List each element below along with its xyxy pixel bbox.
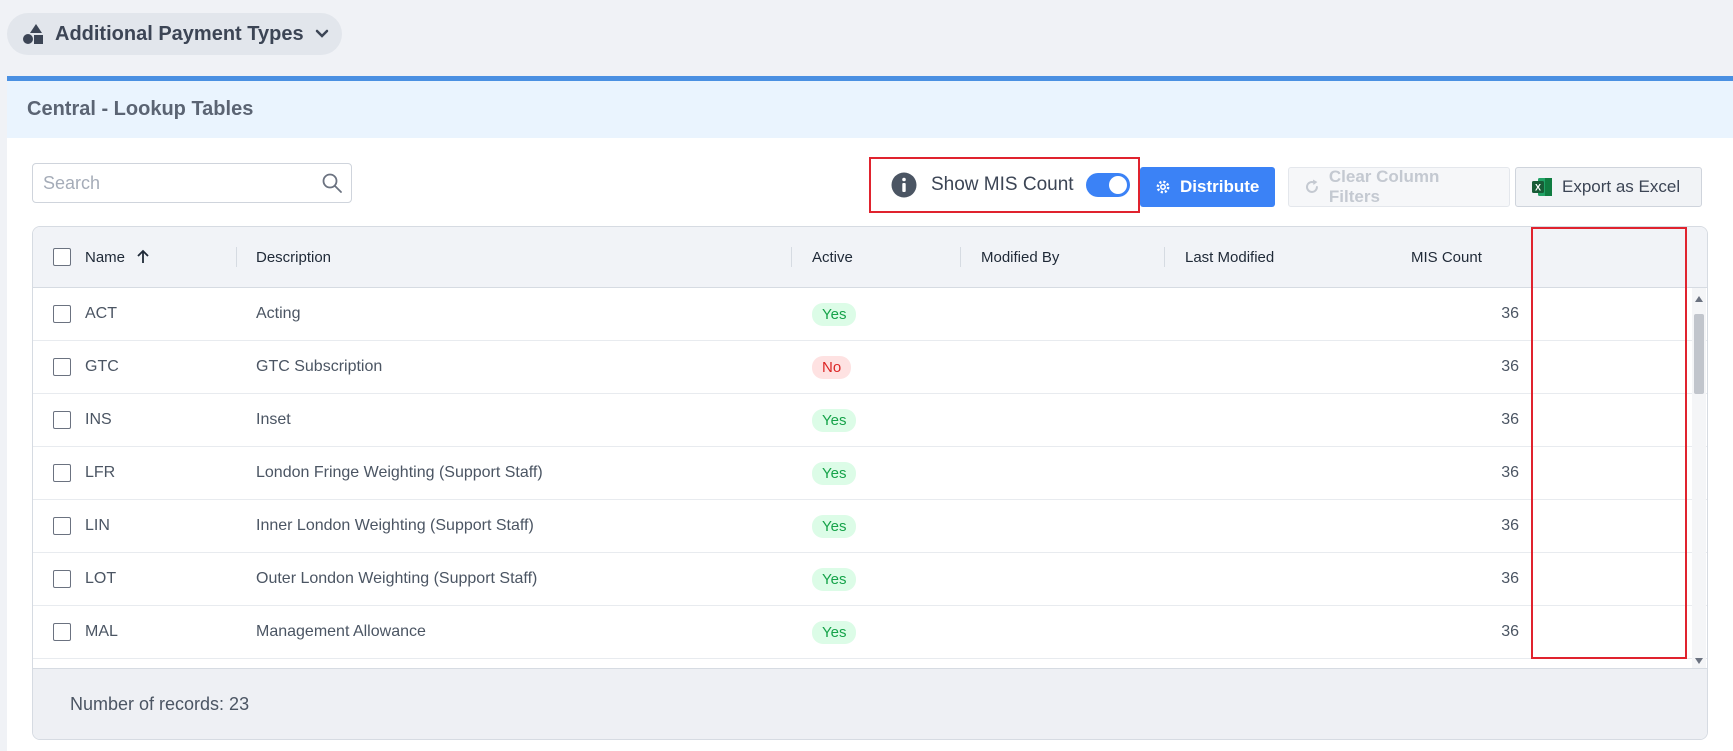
cell-description: Acting	[256, 305, 301, 322]
column-header-mis-count[interactable]: MIS Count	[1411, 227, 1482, 287]
cell-name: INS	[85, 411, 112, 428]
row-checkbox[interactable]	[53, 305, 71, 323]
chevron-down-icon	[315, 29, 328, 38]
column-header-name[interactable]: Name	[85, 227, 151, 287]
cell-mis-count: 36	[1501, 517, 1519, 534]
scrollbar-thumb[interactable]	[1694, 314, 1704, 394]
lookup-grid: Name Description Active Modified By Last…	[32, 226, 1708, 740]
column-separator[interactable]	[791, 247, 792, 267]
cell-description: GTC Subscription	[256, 358, 383, 375]
column-separator[interactable]	[960, 247, 961, 267]
status-badge: No	[812, 355, 852, 379]
page-type-title: Additional Payment Types	[55, 22, 304, 45]
lookup-panel: Central - Lookup Tables Show MIS Count D…	[7, 76, 1733, 751]
row-checkbox[interactable]	[53, 411, 71, 429]
cell-mis-count: 36	[1501, 464, 1519, 481]
record-count: Number of records: 23	[33, 668, 1707, 739]
cell-name: ACT	[85, 305, 117, 322]
scroll-up-icon[interactable]	[1695, 296, 1703, 302]
status-badge: Yes	[812, 514, 857, 538]
table-row[interactable]: ACT Acting Yes 36	[33, 288, 1707, 341]
column-header-last-modified[interactable]: Last Modified	[1185, 227, 1274, 287]
export-label: Export as Excel	[1562, 177, 1681, 196]
cell-mis-count: 36	[1501, 411, 1519, 428]
cell-name: LIN	[85, 517, 110, 534]
table-row[interactable]: LOT Outer London Weighting (Support Staff…	[33, 553, 1707, 606]
status-badge: Yes	[812, 567, 857, 591]
table-row[interactable]: GTC GTC Subscription No 36	[33, 341, 1707, 394]
scroll-down-icon[interactable]	[1695, 658, 1703, 664]
excel-icon: X	[1532, 178, 1552, 196]
cell-active: Yes	[812, 447, 857, 499]
cell-active: Yes	[812, 394, 857, 446]
status-badge: Yes	[812, 302, 857, 326]
column-header-active[interactable]: Active	[812, 227, 853, 287]
status-badge: Yes	[812, 461, 857, 485]
grid-scrollbar[interactable]	[1692, 288, 1706, 670]
cell-description: Inner London Weighting (Support Staff)	[256, 517, 534, 534]
column-separator[interactable]	[1164, 247, 1165, 267]
distribute-button[interactable]: Distribute	[1140, 167, 1275, 207]
grid-rows: ACT Acting Yes 36 GTC GTC Subscription No 36 INS…	[33, 288, 1707, 659]
cell-name: MAL	[85, 623, 118, 640]
clear-column-filters-button[interactable]: Clear Column Filters	[1288, 167, 1510, 207]
status-badge: Yes	[812, 408, 857, 432]
sort-ascending-icon[interactable]	[135, 249, 151, 265]
status-badge: Yes	[812, 620, 857, 644]
table-row[interactable]: MAL Management Allowance Yes 36	[33, 606, 1707, 659]
cell-mis-count: 36	[1501, 570, 1519, 587]
cell-mis-count: 36	[1501, 358, 1519, 375]
select-all-checkbox[interactable]	[53, 248, 71, 266]
cell-active: Yes	[812, 500, 857, 552]
show-mis-count-toggle[interactable]	[1085, 173, 1130, 197]
row-checkbox[interactable]	[53, 570, 71, 588]
page-type-dropdown[interactable]: Additional Payment Types	[7, 13, 342, 55]
distribute-label: Distribute	[1180, 177, 1260, 196]
row-checkbox[interactable]	[53, 358, 71, 376]
show-mis-count-label: Show MIS Count	[931, 174, 1074, 195]
search-input[interactable]	[33, 164, 321, 202]
excel-glyph: X	[1535, 183, 1541, 193]
cell-description: London Fringe Weighting (Support Staff)	[256, 464, 543, 481]
table-row[interactable]: LFR London Fringe Weighting (Support Staf…	[33, 447, 1707, 500]
row-checkbox[interactable]	[53, 623, 71, 641]
search-icon[interactable]	[321, 172, 343, 194]
cell-active: No	[812, 341, 852, 393]
cell-name: GTC	[85, 358, 119, 375]
show-mis-count-group: Show MIS Count	[869, 157, 1140, 213]
export-excel-button[interactable]: X Export as Excel	[1515, 167, 1702, 207]
column-separator[interactable]	[236, 247, 237, 267]
column-header-description[interactable]: Description	[256, 227, 331, 287]
cell-name: LOT	[85, 570, 117, 587]
cell-description: Inset	[256, 411, 291, 428]
row-checkbox[interactable]	[53, 517, 71, 535]
table-row[interactable]: LIN Inner London Weighting (Support Staff…	[33, 500, 1707, 553]
cell-active: Yes	[812, 288, 857, 340]
cell-description: Management Allowance	[256, 623, 426, 640]
refresh-icon	[1306, 179, 1318, 193]
shapes-icon	[23, 24, 43, 44]
column-header-name-label: Name	[85, 248, 126, 266]
row-checkbox[interactable]	[53, 464, 71, 482]
search-box	[32, 163, 352, 203]
grid-header: Name Description Active Modified By Last…	[33, 227, 1707, 288]
cell-mis-count: 36	[1501, 305, 1519, 322]
table-row[interactable]: INS Inset Yes 36	[33, 394, 1707, 447]
cell-mis-count: 36	[1501, 623, 1519, 640]
column-header-modified-by[interactable]: Modified By	[981, 227, 1059, 287]
clear-filters-label: Clear Column Filters	[1328, 167, 1440, 206]
cell-description: Outer London Weighting (Support Staff)	[256, 570, 538, 587]
cell-active: Yes	[812, 606, 857, 658]
info-icon[interactable]	[891, 172, 917, 198]
gear-icon	[1156, 180, 1170, 194]
cell-active: Yes	[812, 553, 857, 605]
cell-name: LFR	[85, 464, 116, 481]
panel-title: Central - Lookup Tables	[7, 81, 1733, 138]
